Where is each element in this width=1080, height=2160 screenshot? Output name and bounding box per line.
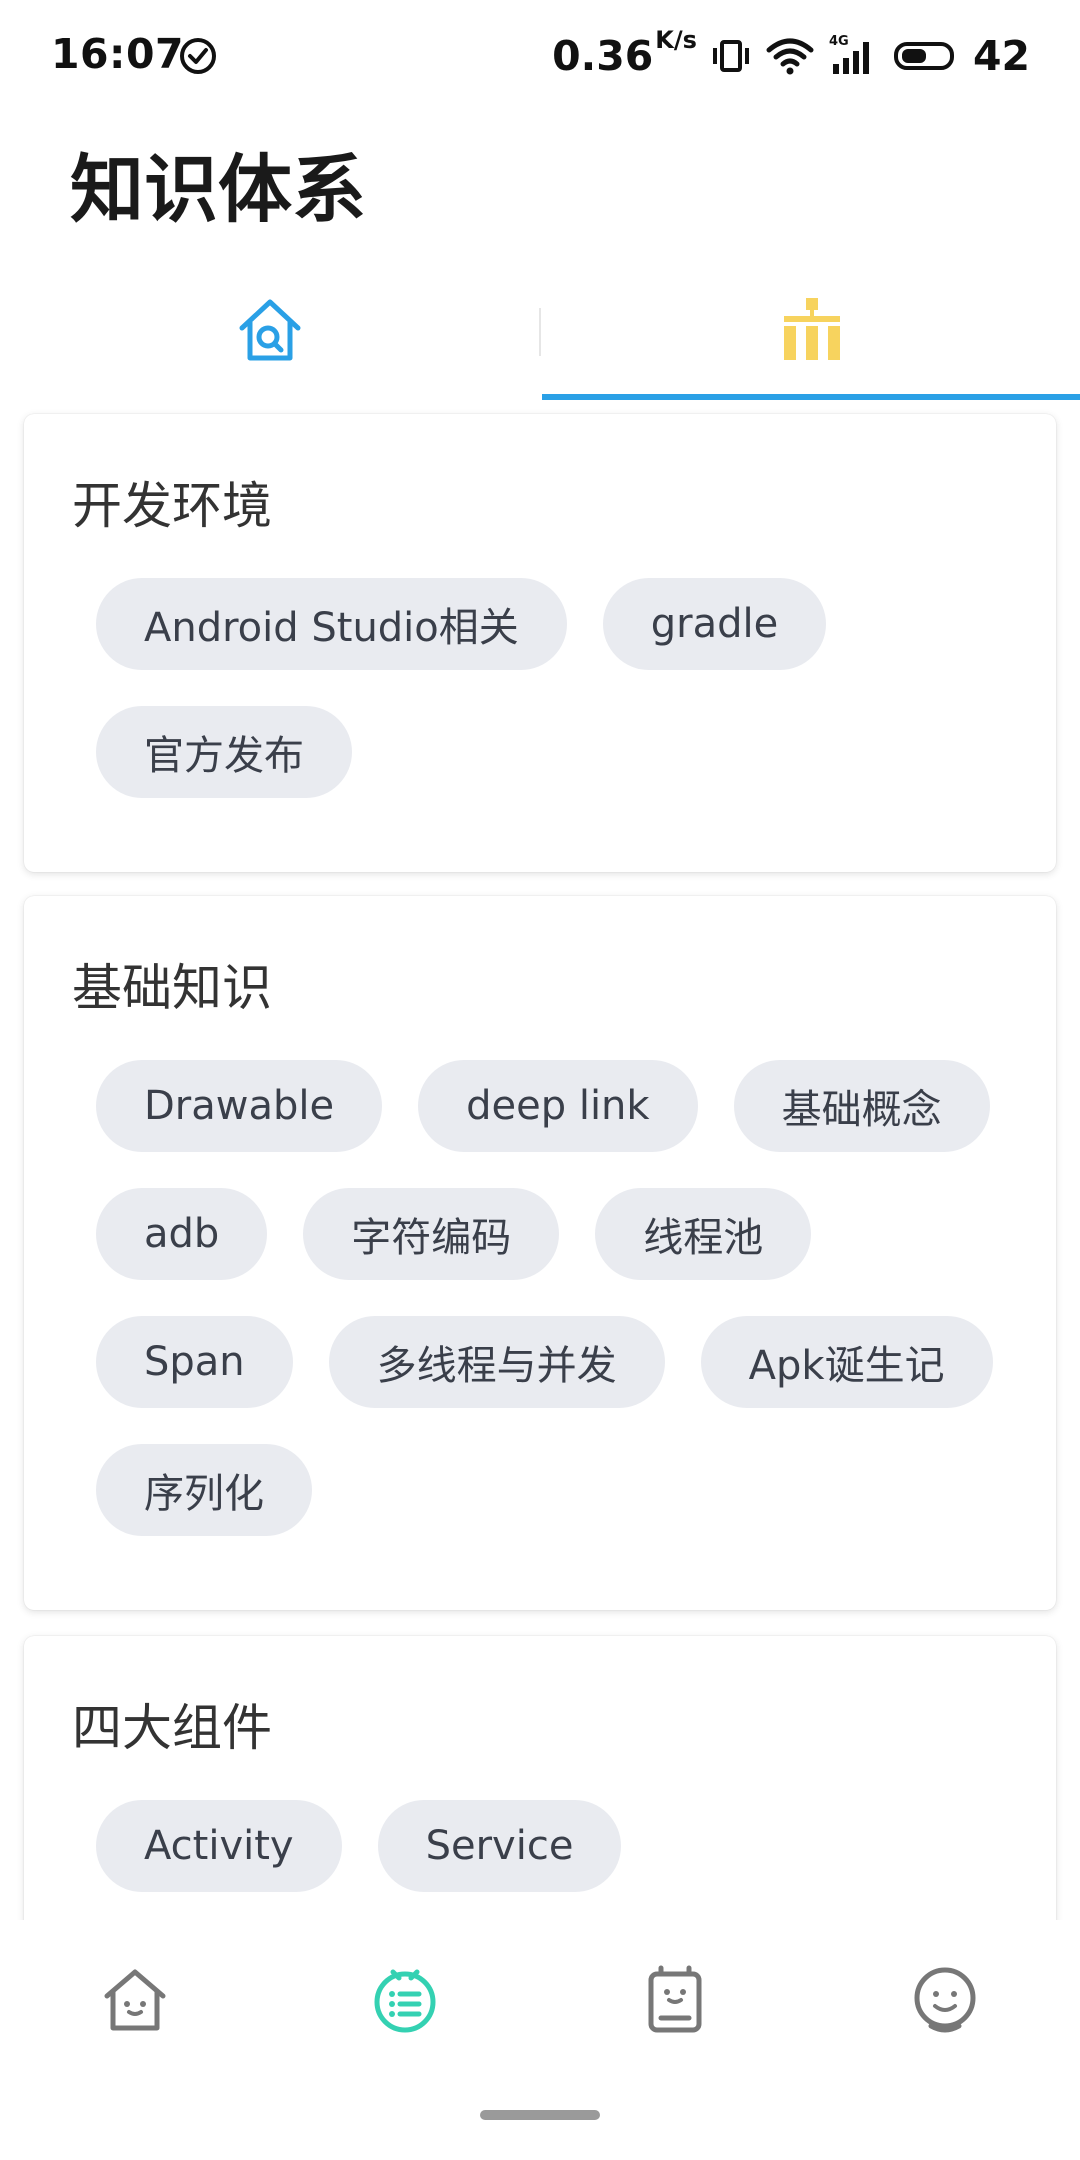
tag-list: Activity Service bbox=[96, 1800, 1016, 1892]
section-title: 基础知识 bbox=[72, 959, 272, 1017]
section-card-dev-env: 开发环境 Android Studio相关 gradle 官方发布 bbox=[24, 414, 1056, 872]
tag-chip[interactable]: Activity bbox=[96, 1800, 342, 1892]
page-title: 知识体系 bbox=[70, 147, 366, 233]
home-search-icon bbox=[239, 299, 301, 361]
section-title: 四大组件 bbox=[72, 1699, 272, 1757]
tag-chip[interactable]: 序列化 bbox=[96, 1444, 312, 1536]
tab-divider bbox=[539, 308, 541, 356]
tag-chip[interactable]: deep link bbox=[418, 1060, 698, 1152]
home-indicator[interactable] bbox=[480, 2110, 600, 2120]
cellular-icon: 4G bbox=[829, 34, 879, 76]
tag-chip[interactable]: Apk诞生记 bbox=[700, 1316, 993, 1408]
tag-chip[interactable]: gradle bbox=[602, 578, 827, 670]
battery-level: 42 bbox=[972, 32, 1030, 80]
tab-indicator bbox=[542, 394, 1080, 400]
board-face-icon bbox=[648, 1965, 702, 2033]
tag-chip[interactable]: adb bbox=[96, 1188, 268, 1280]
status-time: 16:07 bbox=[51, 30, 185, 78]
speed-unit: K/s bbox=[655, 26, 697, 54]
tag-chip[interactable]: 基础概念 bbox=[733, 1060, 990, 1152]
tag-chip[interactable]: 线程池 bbox=[595, 1188, 812, 1280]
tag-chip[interactable]: Service bbox=[377, 1800, 622, 1892]
smiley-face-icon bbox=[914, 1967, 976, 2033]
tab-search-home[interactable] bbox=[0, 260, 540, 400]
status-bar: 16:07 0.36K/s 4G 42 bbox=[0, 0, 1080, 112]
section-title: 开发环境 bbox=[72, 477, 272, 535]
nav-project[interactable] bbox=[635, 1960, 715, 2040]
speed-value: 0.36 bbox=[552, 32, 654, 80]
status-right: 0.36K/s 4G 42 bbox=[552, 24, 1030, 88]
tab-knowledge-tree[interactable] bbox=[542, 260, 1080, 400]
tree-hierarchy-icon bbox=[784, 298, 840, 360]
tag-chip[interactable]: 字符编码 bbox=[303, 1188, 560, 1280]
vibrate-icon bbox=[712, 40, 749, 72]
nav-system[interactable] bbox=[365, 1960, 445, 2040]
home-face-icon bbox=[104, 1969, 166, 2031]
nav-mine[interactable] bbox=[905, 1960, 985, 2040]
section-card-basics: 基础知识 Drawable deep link 基础概念 adb 字符编码 线程… bbox=[24, 896, 1056, 1610]
tag-chip[interactable]: 多线程与并发 bbox=[328, 1316, 665, 1408]
tag-chip[interactable]: 官方发布 bbox=[96, 706, 352, 798]
check-circle-icon bbox=[180, 38, 216, 74]
tag-chip[interactable]: Android Studio相关 bbox=[96, 578, 567, 670]
bottom-nav bbox=[0, 1920, 1080, 2160]
tag-chip[interactable]: Drawable bbox=[96, 1060, 383, 1152]
list-circle-icon bbox=[374, 1969, 436, 2033]
battery-icon bbox=[893, 42, 954, 70]
tab-bar bbox=[0, 260, 1080, 400]
nav-home[interactable] bbox=[95, 1960, 175, 2040]
tag-chip[interactable]: Span bbox=[96, 1316, 293, 1408]
wifi-icon bbox=[766, 38, 814, 75]
tag-list: Android Studio相关 gradle 官方发布 bbox=[96, 578, 1016, 798]
tag-list: Drawable deep link 基础概念 adb 字符编码 线程池 Spa… bbox=[96, 1060, 1016, 1536]
network-speed: 0.36K/s bbox=[552, 26, 697, 80]
